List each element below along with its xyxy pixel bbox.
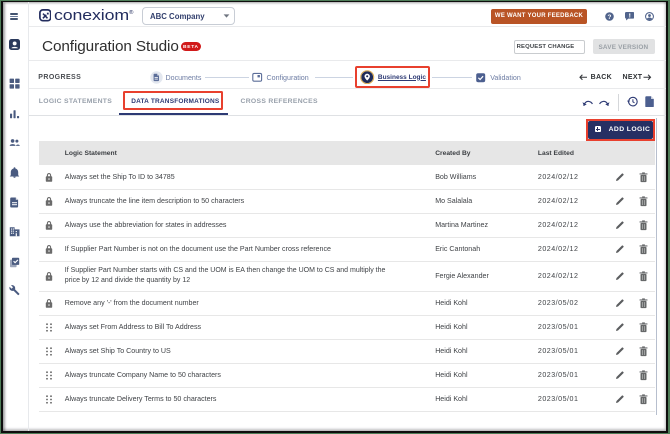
svg-text:?: ? <box>607 13 611 20</box>
